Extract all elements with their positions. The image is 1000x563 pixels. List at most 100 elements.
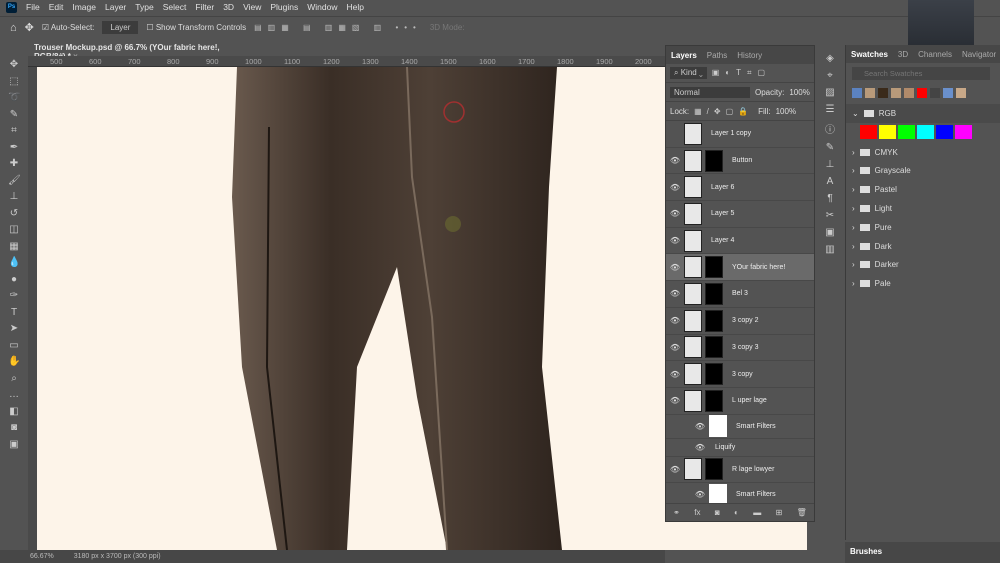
tab-swatches[interactable]: Swatches <box>851 50 888 59</box>
history-brush-icon[interactable]: ↺ <box>8 207 20 221</box>
auto-select-checkbox[interactable]: ☑ Auto-Select: <box>42 23 95 32</box>
move-tool-icon[interactable]: ✥ <box>25 21 34 34</box>
menu-image[interactable]: Image <box>72 2 96 12</box>
healing-icon[interactable]: ✚ <box>8 157 20 171</box>
fill-field[interactable]: 100% <box>776 107 796 116</box>
color-swatches-icon[interactable]: ◧ <box>8 405 20 419</box>
layer-mask-thumbnail[interactable] <box>705 363 723 386</box>
channels-icon[interactable]: ▨ <box>825 87 834 98</box>
fx-icon[interactable]: fx <box>694 508 700 517</box>
blend-mode-dropdown[interactable]: Normal <box>670 86 750 98</box>
swatch-folder[interactable]: › Grayscale <box>846 162 1000 181</box>
hand-icon[interactable]: ✋ <box>8 355 20 369</box>
swatch-folder[interactable]: › Darker <box>846 256 1000 275</box>
layer-row[interactable]: 👁 Bel 3 <box>666 281 814 308</box>
chevron-right-icon[interactable]: › <box>852 242 855 251</box>
swatch-folder[interactable]: › CMYK <box>846 143 1000 162</box>
visibility-eye-icon[interactable]: 👁 <box>669 316 681 325</box>
eyedropper-icon[interactable]: ✒ <box>8 141 20 155</box>
menu-file[interactable]: File <box>26 2 40 12</box>
layer-mask-thumbnail[interactable] <box>705 336 723 359</box>
delete-icon[interactable]: 🗑 <box>797 508 807 517</box>
more-tools-icon[interactable]: … <box>8 388 20 402</box>
layer-mask-thumbnail[interactable] <box>705 149 723 172</box>
menu-type[interactable]: Type <box>135 2 153 12</box>
zoom-icon[interactable]: ⌕ <box>8 372 20 386</box>
layer-mask-thumbnail[interactable] <box>705 309 723 332</box>
gradient-icon[interactable]: ▦ <box>8 240 20 254</box>
visibility-eye-icon[interactable]: 👁 <box>669 209 681 218</box>
stamp-icon[interactable]: ⊥ <box>8 190 20 204</box>
eraser-icon[interactable]: ◫ <box>8 223 20 237</box>
visibility-eye-icon[interactable]: 👁 <box>669 263 681 272</box>
visibility-eye-icon[interactable]: 👁 <box>669 465 681 474</box>
marquee-icon[interactable]: ⬚ <box>8 75 20 89</box>
layer-mask-thumbnail[interactable] <box>705 458 723 481</box>
adjustments-icon[interactable]: ☰ <box>826 104 835 115</box>
tab-3d[interactable]: 3D <box>898 50 908 59</box>
blur-icon[interactable]: 💧 <box>8 256 20 270</box>
chevron-right-icon[interactable]: › <box>852 279 855 288</box>
chevron-right-icon[interactable]: › <box>852 148 855 157</box>
layer-row[interactable]: 👁 3 copy <box>666 361 814 388</box>
swatch-folder[interactable]: › Pure <box>846 218 1000 237</box>
tab-channels[interactable]: Channels <box>918 50 952 59</box>
tools-icon[interactable]: ✂ <box>826 210 834 221</box>
properties-icon[interactable]: ⌖ <box>827 70 833 81</box>
color-swatch[interactable] <box>898 124 915 139</box>
color-swatch[interactable] <box>936 124 953 139</box>
visibility-eye-icon[interactable]: 👁 <box>694 443 706 452</box>
color-swatch[interactable] <box>955 124 972 139</box>
color-swatch[interactable] <box>904 88 914 98</box>
chevron-down-icon[interactable]: ⌄ <box>852 109 859 118</box>
visibility-eye-icon[interactable]: 👁 <box>669 396 681 405</box>
color-swatch[interactable] <box>943 88 953 98</box>
tab-layers[interactable]: Layers <box>671 51 697 60</box>
crop-icon[interactable]: ⌗ <box>8 124 20 138</box>
layer-row[interactable]: 👁 3 copy 3 <box>666 335 814 362</box>
layer-row[interactable]: 👁 R lage lowyer <box>666 457 814 484</box>
color-swatch[interactable] <box>917 88 927 98</box>
search-swatches-input[interactable] <box>852 67 990 80</box>
color-swatch[interactable] <box>891 88 901 98</box>
chevron-right-icon[interactable]: › <box>852 223 855 232</box>
color-swatch[interactable] <box>852 88 862 98</box>
layer-mask-thumbnail[interactable] <box>705 389 723 412</box>
info-icon[interactable]: ⓘ <box>825 121 835 136</box>
brush-icon[interactable]: 🖌 <box>8 174 21 188</box>
brush-settings-icon[interactable]: ✎ <box>826 142 834 153</box>
swatch-folder[interactable]: › Pale <box>846 274 1000 293</box>
screen-mode-icon[interactable]: ▣ <box>8 438 20 452</box>
color-swatch[interactable] <box>878 88 888 98</box>
show-transform-checkbox[interactable]: ☐ Show Transform Controls <box>146 23 246 32</box>
path-select-icon[interactable]: ➤ <box>8 322 20 336</box>
character-icon[interactable]: A <box>827 176 834 187</box>
layer-row[interactable]: 👁 YOur fabric here! <box>666 254 814 282</box>
paragraph-icon[interactable]: ¶ <box>827 193 832 204</box>
color-swatch[interactable] <box>930 88 940 98</box>
swatch-folder[interactable]: › Pastel <box>846 180 1000 199</box>
group-icon[interactable]: ▬ <box>753 508 761 517</box>
layer-row[interactable]: 👁 Liquify <box>666 439 814 457</box>
tab-navigator[interactable]: Navigator <box>962 50 996 59</box>
visibility-eye-icon[interactable]: 👁 <box>669 289 681 298</box>
menu-select[interactable]: Select <box>163 2 187 12</box>
chevron-right-icon[interactable]: › <box>852 166 855 175</box>
tab-history[interactable]: History <box>737 51 762 60</box>
menu-3d[interactable]: 3D <box>223 2 234 12</box>
home-icon[interactable]: ⌂ <box>10 22 17 34</box>
chevron-right-icon[interactable]: › <box>852 204 855 213</box>
layer-row[interactable]: 👁 3 copy 2 <box>666 308 814 335</box>
color-swatch[interactable] <box>917 124 934 139</box>
chevron-right-icon[interactable]: › <box>852 185 855 194</box>
link-icon[interactable]: ⚭ <box>673 508 680 517</box>
clone-source-icon[interactable]: ⊥ <box>826 159 835 170</box>
visibility-eye-icon[interactable]: 👁 <box>669 183 681 192</box>
layer-row[interactable]: 👁 Layer 6 <box>666 174 814 202</box>
layer-row[interactable]: 👁 L uper lage <box>666 388 814 415</box>
visibility-eye-icon[interactable]: 👁 <box>669 156 681 165</box>
visibility-eye-icon[interactable]: 👁 <box>669 370 681 379</box>
layer-row[interactable]: 👁 Layer 5 <box>666 201 814 228</box>
menu-help[interactable]: Help <box>346 2 363 12</box>
visibility-eye-icon[interactable]: 👁 <box>669 236 681 245</box>
